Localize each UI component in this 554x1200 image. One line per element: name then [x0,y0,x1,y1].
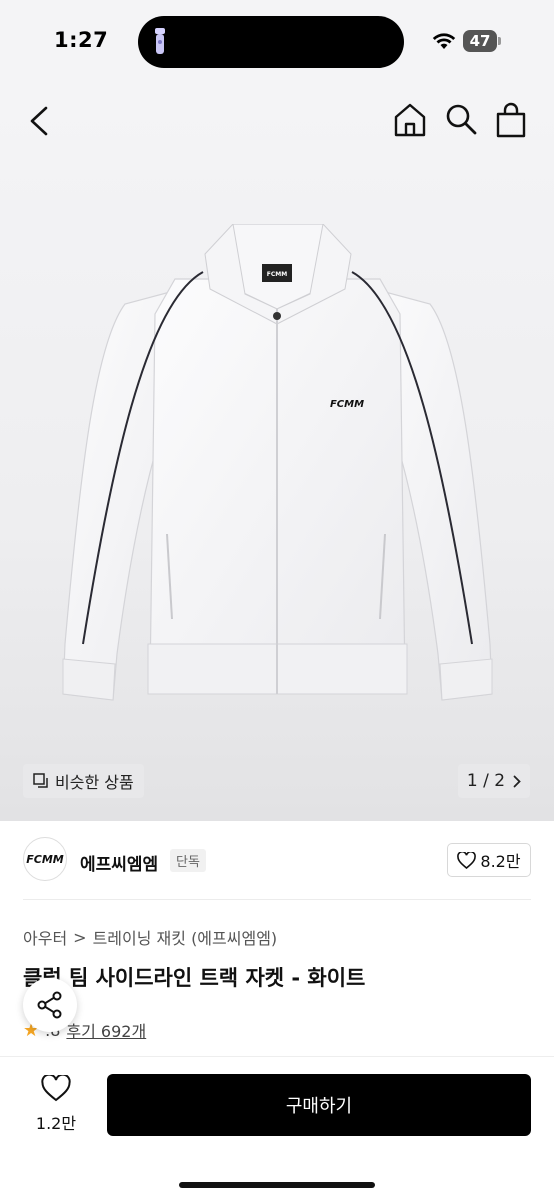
share-button[interactable] [23,978,77,1032]
share-icon [37,991,62,1019]
battery-level: 47 [463,30,497,52]
battery-cap [498,37,501,45]
heart-icon [41,1073,71,1102]
product-title: 클럽 팀 사이드라인 트랙 자켓 - 화이트 [23,966,366,990]
brand-row: FCMM 에프씨엠엠 단독 8.2만 [0,821,554,901]
breadcrumb-category[interactable]: 아우터 [23,925,67,949]
flashlight-icon [155,28,165,54]
review-link[interactable]: 후기 692개 [66,1018,146,1042]
wishlist-button[interactable]: 1.2만 [28,1073,84,1139]
product-image-area[interactable]: FCMM FCMM 비슷한 상품 1 / 2 [0,84,554,821]
pager-text: 1 / 2 [466,771,506,791]
brand-like-count: 8.2만 [480,852,521,871]
similar-products-label: 비슷한 상품 [55,773,134,792]
brand-name[interactable]: 에프씨엠엠 [80,850,158,875]
breadcrumb-separator: > [73,927,87,947]
search-icon[interactable] [444,102,478,136]
exclusive-badge: 단독 [170,849,206,872]
chest-logo: FCMM [330,399,364,410]
buy-button[interactable]: 구매하기 [107,1074,531,1136]
wifi-icon [432,33,456,49]
similar-products-button[interactable]: 비슷한 상품 [23,764,144,798]
similar-icon [33,773,48,788]
bottom-action-bar: 1.2만 구매하기 [0,1056,554,1200]
wishlist-count: 1.2만 [35,1114,77,1133]
brand-like-button[interactable]: 8.2만 [447,843,531,877]
heart-icon [457,851,477,869]
divider [23,899,531,900]
chevron-right-icon [513,775,521,787]
home-indicator [179,1182,375,1188]
jacket-image: FCMM FCMM [62,224,493,701]
battery-indicator: 47 [463,30,501,52]
dynamic-island [138,16,404,68]
home-icon[interactable] [392,102,428,138]
image-pager[interactable]: 1 / 2 [458,764,530,798]
shopping-bag-icon[interactable] [494,102,528,138]
status-bar: 1:27 47 [0,0,554,84]
back-icon[interactable] [24,104,56,138]
collar-logo: FCMM [267,271,287,278]
breadcrumb-subcategory[interactable]: 트레이닝 재킷 (에프씨엠엠) [93,925,278,949]
breadcrumb: 아우터 > 트레이닝 재킷 (에프씨엠엠) [23,925,277,949]
brand-logo[interactable]: FCMM [23,837,67,881]
status-time: 1:27 [54,28,109,52]
